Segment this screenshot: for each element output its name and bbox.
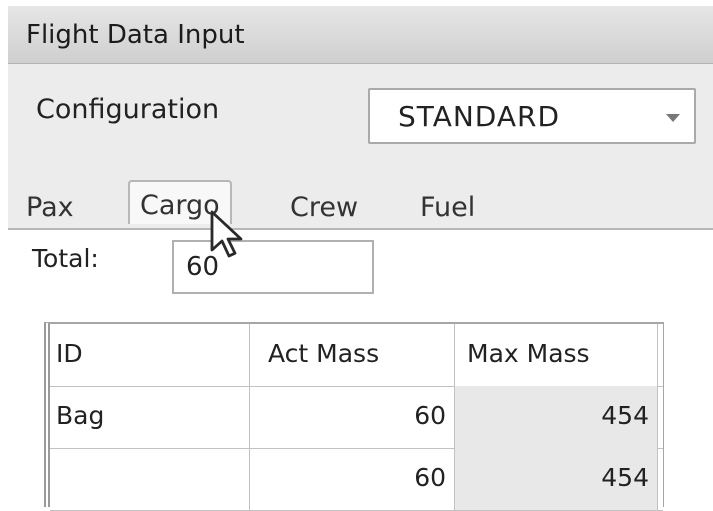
cell-id[interactable]: Bag xyxy=(50,386,250,448)
configuration-dropdown[interactable]: STANDARD xyxy=(368,88,696,144)
table-row[interactable]: 60 454 xyxy=(50,448,663,511)
tab-crew[interactable]: Crew xyxy=(290,188,358,230)
total-field[interactable]: 60 xyxy=(172,240,374,294)
table-row[interactable]: Bag 60 454 xyxy=(50,386,663,449)
grid-header-row: ID Act Mass Max Mass xyxy=(50,324,663,387)
total-label: Total: xyxy=(32,244,99,273)
column-header-act-mass[interactable]: Act Mass xyxy=(250,324,455,386)
configuration-selected-value: STANDARD xyxy=(398,100,561,133)
cargo-grid: ID Act Mass Max Mass Bag 60 454 60 454 xyxy=(44,322,664,511)
cell-max-mass: 454 xyxy=(455,386,658,448)
chevron-down-icon[interactable] xyxy=(666,114,680,122)
window-title: Flight Data Input xyxy=(26,20,245,50)
mouse-pointer-icon xyxy=(210,210,243,258)
configuration-panel: Configuration STANDARD xyxy=(8,64,713,180)
cell-act-mass[interactable]: 60 xyxy=(250,386,455,448)
cell-id[interactable] xyxy=(50,448,250,510)
configuration-label: Configuration xyxy=(36,94,220,125)
window-titlebar: Flight Data Input xyxy=(8,6,713,64)
tab-fuel[interactable]: Fuel xyxy=(420,188,475,230)
cell-max-mass: 454 xyxy=(455,448,658,510)
cargo-tab-content: Total: 60 ID Act Mass Max Mass Bag 60 45… xyxy=(8,228,713,511)
cell-act-mass[interactable]: 60 xyxy=(250,448,455,510)
tab-strip: Pax Cargo Crew Fuel xyxy=(8,180,713,230)
column-header-id[interactable]: ID xyxy=(50,324,250,386)
tab-pax[interactable]: Pax xyxy=(26,188,74,230)
column-header-max-mass[interactable]: Max Mass xyxy=(455,324,658,386)
